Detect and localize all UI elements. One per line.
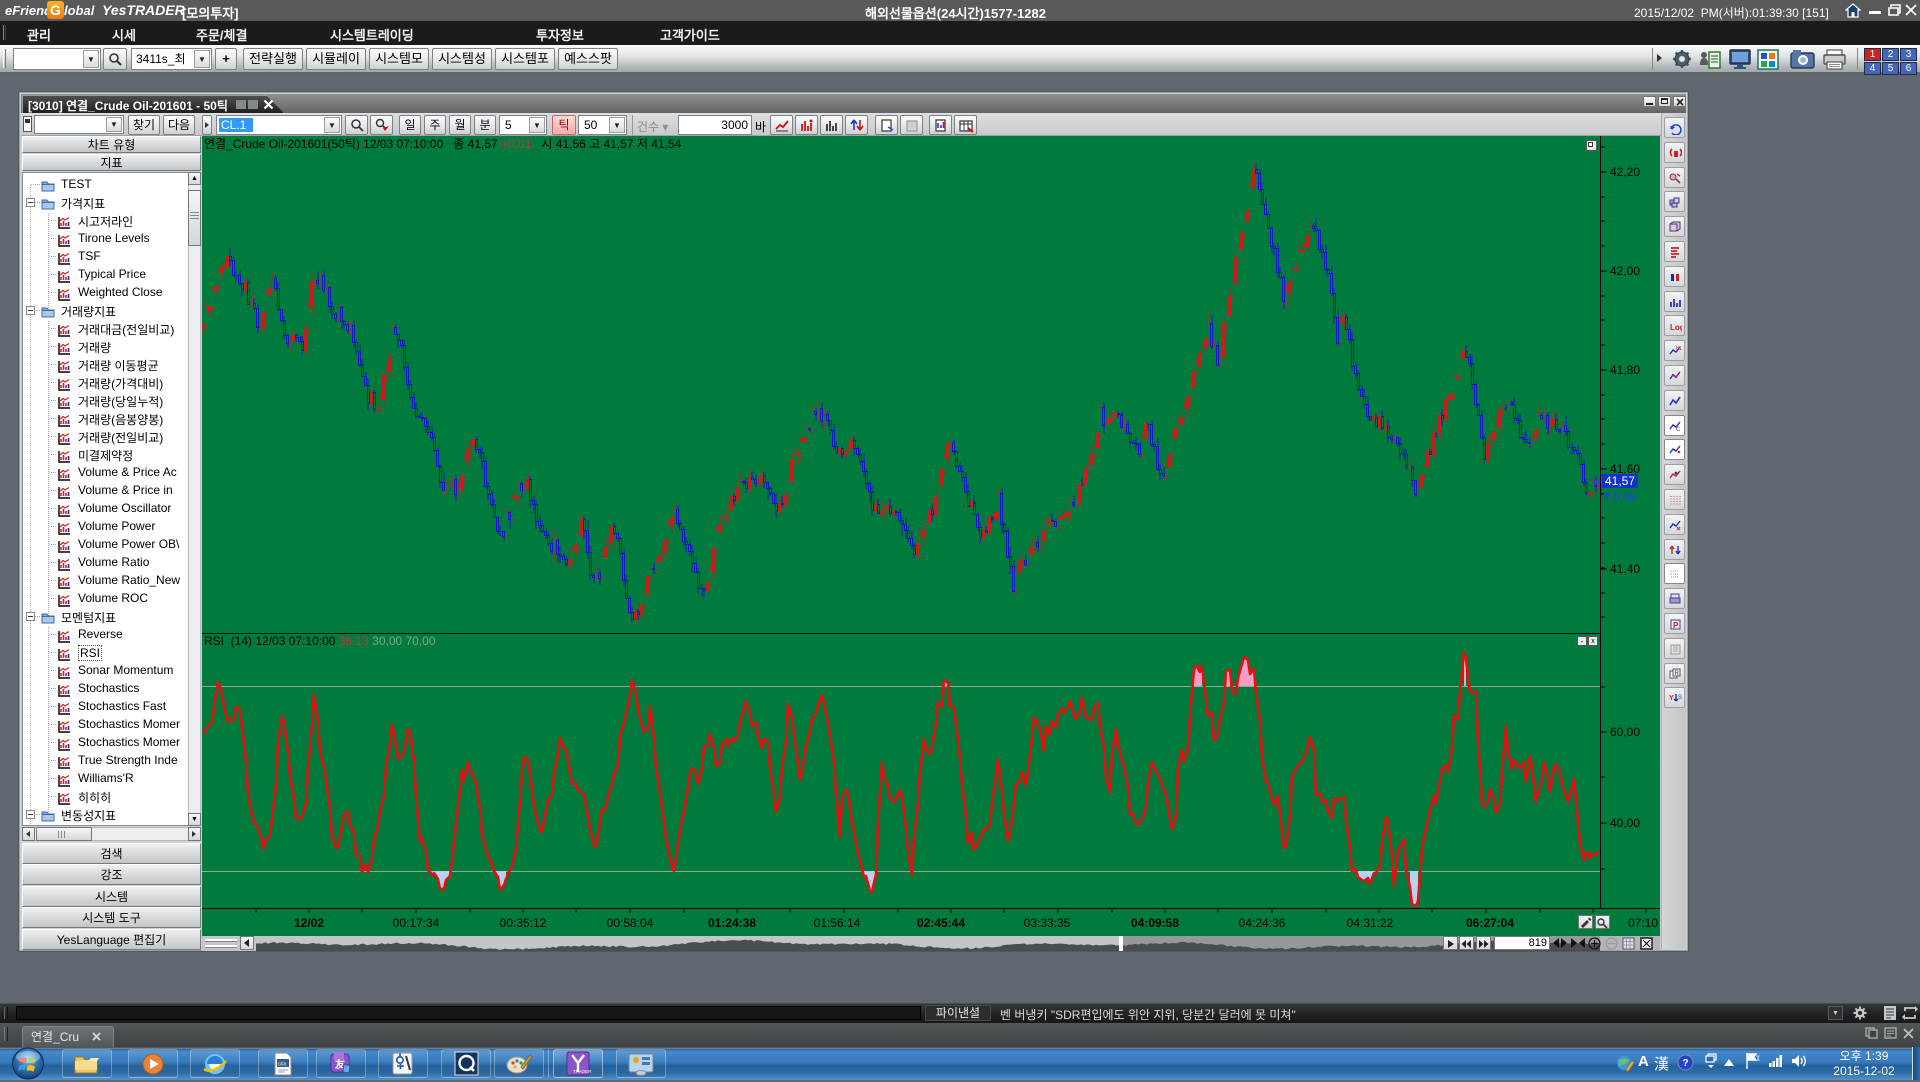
svg-text:00:58:04: 00:58:04 [607, 916, 654, 930]
svg-text:41,57: 41,57 [1605, 474, 1635, 488]
svg-text:R: R [1675, 671, 1680, 677]
svg-text:42,00: 42,00 [1610, 264, 1640, 278]
svg-text:TRADER: TRADER [573, 1069, 592, 1074]
svg-text:00:17:34: 00:17:34 [393, 916, 440, 930]
svg-text:o#a: o#a [278, 1062, 287, 1068]
svg-text:40,00: 40,00 [1610, 816, 1640, 830]
svg-text:42,20: 42,20 [1610, 165, 1640, 179]
svg-text:HL: HL [1676, 346, 1682, 352]
svg-text:41,40: 41,40 [1610, 562, 1640, 576]
svg-text:01:56:14: 01:56:14 [814, 916, 861, 930]
svg-text:07:10: 07:10 [1628, 916, 1658, 930]
svg-text:C: C [1676, 427, 1681, 433]
svg-text:Y: Y [1669, 695, 1674, 702]
svg-text:01:24:38: 01:24:38 [708, 916, 756, 930]
svg-text:RSI (14) 12/03 07:10:00 36,13: RSI (14) 12/03 07:10:00 36,13 30,00 70,0… [204, 634, 436, 648]
svg-text:P: P [1673, 621, 1679, 630]
svg-text:03:33:35: 03:33:35 [1024, 916, 1071, 930]
svg-text:Log: Log [1670, 323, 1682, 332]
svg-text:02:45:44: 02:45:44 [917, 916, 965, 930]
svg-text:04:31:22: 04:31:22 [1347, 916, 1394, 930]
svg-text:06:27:04: 06:27:04 [1466, 916, 1514, 930]
svg-text:12/02: 12/02 [294, 916, 324, 930]
svg-text:?: ? [1683, 1058, 1689, 1069]
svg-text:연결_Crude Oil-201601(50틱) 12/03: 연결_Crude Oil-201601(50틱) 12/03 07:10:00 … [204, 137, 682, 151]
svg-text:04:09:58: 04:09:58 [1131, 916, 1179, 930]
svg-text:00:35:12: 00:35:12 [500, 916, 547, 930]
svg-text:0,08: 0,08 [1613, 490, 1637, 504]
svg-text:41,80: 41,80 [1610, 363, 1640, 377]
svg-text:S: S [1678, 695, 1682, 701]
svg-text:60,00: 60,00 [1610, 725, 1640, 739]
svg-text:04:24:36: 04:24:36 [1239, 916, 1286, 930]
